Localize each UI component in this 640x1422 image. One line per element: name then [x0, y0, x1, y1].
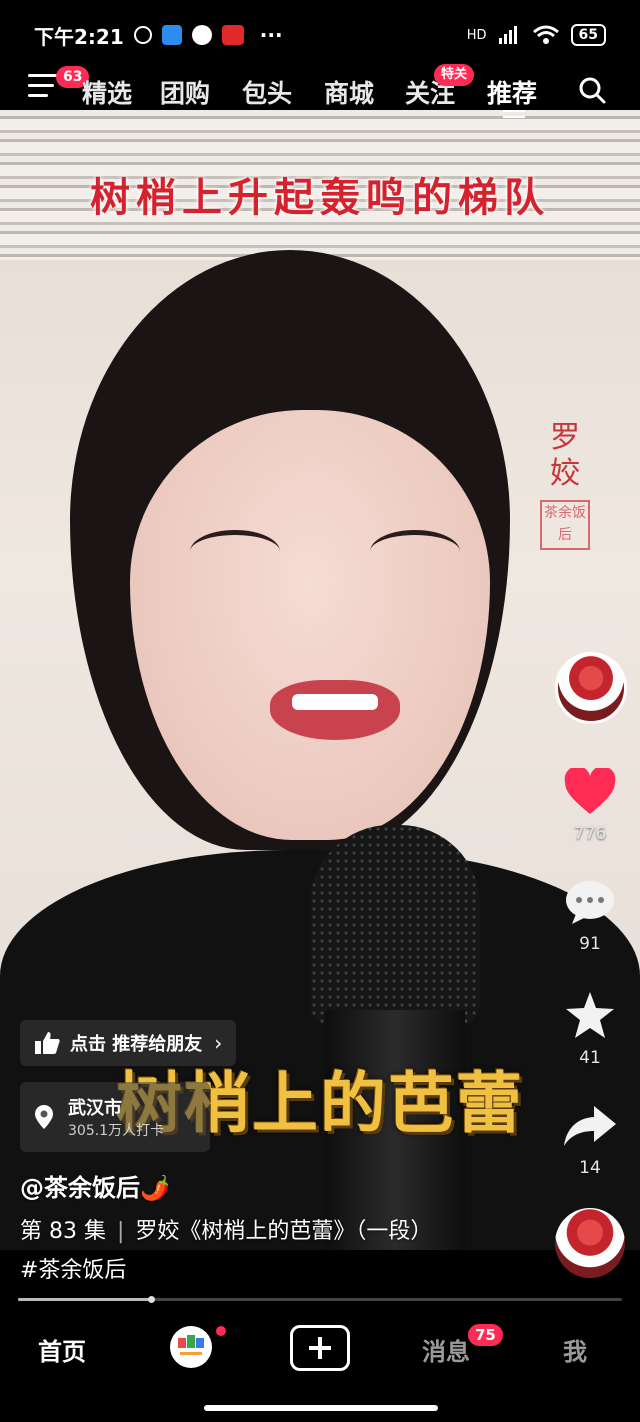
battery-indicator: 65: [570, 24, 606, 46]
plus-icon: [309, 1337, 331, 1359]
status-time: 下午2:21: [34, 24, 124, 49]
singer-mouth: [270, 680, 400, 740]
create-button[interactable]: [290, 1325, 350, 1371]
like-button[interactable]: 776: [552, 766, 628, 844]
location-pin-icon: [35, 1105, 53, 1129]
author-name[interactable]: @茶余饭后🌶️: [20, 1168, 170, 1203]
wifi-icon: [532, 25, 559, 44]
friends-dot: [216, 1326, 226, 1336]
progress-handle[interactable]: [147, 1296, 155, 1303]
favorite-count: 41: [579, 1048, 601, 1068]
music-disc-avatar[interactable]: [555, 1208, 625, 1278]
more-notifications-icon: ···: [259, 23, 283, 47]
microphone-head: [310, 825, 480, 1025]
recommend-chip-label: 点击 推荐给朋友: [70, 1034, 203, 1055]
nav-messages[interactable]: 消息: [422, 1332, 470, 1367]
app-notification-icon: [221, 25, 244, 45]
share-count: 14: [579, 1158, 601, 1178]
favorite-button[interactable]: 41: [552, 990, 628, 1068]
author-avatar[interactable]: [555, 652, 627, 724]
switch-feed-icon[interactable]: [503, 110, 525, 118]
top-nav: 63 精选 团购 包头 商城 关注 特关 推荐: [0, 62, 640, 120]
star-icon: [566, 992, 614, 1038]
seal-stamp: 茶余饭后: [540, 500, 590, 550]
nav-me[interactable]: 我: [563, 1332, 587, 1367]
location-name: 武汉市: [68, 1098, 122, 1119]
video-title: 罗姣《树梢上的芭蕾》（一段）: [135, 1219, 433, 1244]
app-notification-icon: [161, 25, 182, 45]
description-divider: |: [116, 1219, 125, 1244]
thumbs-up-icon: [35, 1032, 60, 1054]
nav-friends-avatar[interactable]: [170, 1326, 212, 1368]
progress-bar[interactable]: [18, 1296, 622, 1303]
location-checkins: 305.1万人打卡: [68, 1123, 165, 1139]
comment-button[interactable]: 91: [552, 878, 628, 954]
comment-icon: [566, 881, 614, 924]
video-player[interactable]: 树梢上升起轰鸣的梯队 罗姣 茶余饭后 树梢上的芭蕾: [0, 110, 640, 1250]
video-description: 第 83 集 | 罗姣《树梢上的芭蕾》（一段）: [20, 1213, 432, 1245]
seal-name: 罗姣: [550, 420, 580, 491]
like-count: 776: [573, 824, 607, 844]
bottom-nav: 首页 消息 75 我: [0, 1310, 640, 1390]
mute-icon: [133, 26, 152, 44]
nav-home[interactable]: 首页: [38, 1332, 86, 1367]
tab-local[interactable]: 包头: [242, 74, 292, 110]
status-bar: 下午2:21 ··· HD 65: [0, 0, 640, 70]
tab-group-buy[interactable]: 团购: [160, 74, 210, 110]
recommend-to-friend-chip[interactable]: 点击 推荐给朋友 ›: [20, 1020, 237, 1066]
status-right: HD 65: [467, 24, 606, 46]
qq-icon: [191, 25, 212, 45]
tab-mall[interactable]: 商城: [324, 74, 374, 110]
progress-fill: [18, 1298, 151, 1301]
location-chip[interactable]: 武汉市 305.1万人打卡: [20, 1082, 210, 1152]
following-badge: 特关: [434, 64, 475, 86]
share-button[interactable]: 14: [552, 1102, 628, 1178]
video-banner-text: 树梢上升起轰鸣的梯队: [90, 174, 550, 221]
chevron-right-icon: ›: [214, 1031, 223, 1055]
messages-badge: 75: [468, 1324, 503, 1346]
status-notification-icons: ···: [133, 23, 283, 47]
search-icon[interactable]: [578, 76, 606, 104]
network-label: HD: [466, 27, 487, 43]
share-arrow-icon: [564, 1106, 616, 1146]
heart-icon: [564, 766, 616, 814]
comment-count: 91: [579, 934, 601, 954]
friends-logo-icon: [178, 1335, 204, 1355]
tab-featured[interactable]: 精选: [82, 74, 132, 110]
home-indicator[interactable]: [204, 1405, 438, 1411]
seal-watermark: 罗姣 茶余饭后: [540, 420, 590, 550]
episode-label[interactable]: 第 83 集: [20, 1219, 106, 1244]
signal-icon: [498, 26, 517, 44]
hashtag[interactable]: #茶余饭后: [20, 1252, 126, 1284]
tab-recommend[interactable]: 推荐: [487, 74, 537, 110]
